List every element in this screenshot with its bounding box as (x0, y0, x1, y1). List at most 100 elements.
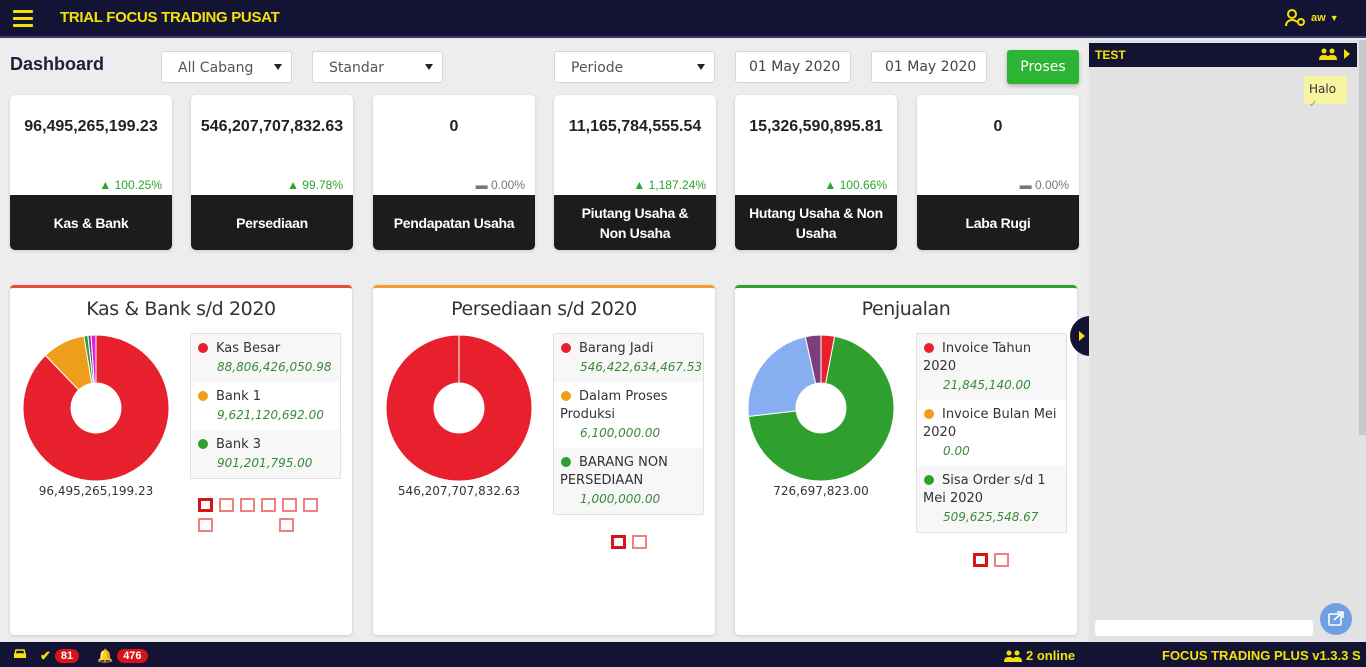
date-from-input[interactable]: 01 May 2020 (735, 51, 851, 83)
chart-legend: Barang Jadi 546,422,634,467.53 Dalam Pros… (553, 333, 704, 515)
pager-dot[interactable] (279, 518, 294, 532)
legend-value: 0.00 (943, 444, 970, 458)
status-bar: ✔ 81 🔔 476 2 online FOCUS TRADING PLUS v… (0, 642, 1366, 667)
legend-item[interactable]: Sisa Order s/d 1 Mei 2020 509,625,548.67 (917, 466, 1066, 532)
user-menu[interactable]: aw ▼ (1285, 9, 1339, 27)
pager-dot[interactable] (303, 498, 318, 512)
donut-chart[interactable] (22, 334, 170, 482)
tasks-badge: 81 (54, 649, 80, 663)
donut-chart[interactable] (747, 334, 895, 482)
legend-item[interactable]: Invoice Bulan Mei 2020 0.00 (917, 400, 1066, 466)
legend-label: Dalam Proses Produksi (560, 389, 668, 422)
legend-dot (924, 343, 934, 353)
app-version: FOCUS TRADING PLUS v1.3.3 S (1162, 648, 1361, 663)
legend-item[interactable]: Bank 3 901,201,795.00 (191, 430, 340, 478)
pie-slice-3[interactable] (747, 336, 817, 417)
chart-legend: Kas Besar 88,806,426,050.98 Bank 1 9,621,1… (190, 333, 341, 479)
pager-dot[interactable] (632, 535, 647, 549)
legend-item[interactable]: Barang Jadi 546,422,634,467.53 (554, 334, 703, 382)
legend-label: Bank 1 (216, 389, 262, 404)
legend-item[interactable]: BARANG NON PERSEDIAAN 1,000,000.00 (554, 448, 703, 514)
legend-item[interactable]: Dalam Proses Produksi 6,100,000.00 (554, 382, 703, 448)
cabang-select[interactable]: All Cabang (161, 51, 292, 83)
proses-button[interactable]: Proses (1007, 50, 1079, 84)
stat-change: ▲ 1,187.24% (633, 178, 706, 192)
stat-label: Pendapatan Usaha (373, 195, 535, 250)
legend-value: 88,806,426,050.98 (217, 360, 332, 374)
stat-change-value: 100.25% (114, 178, 162, 192)
stat-change: ▲ 100.66% (824, 178, 887, 192)
periode-select[interactable]: Periode (554, 51, 715, 83)
legend-label: Barang Jadi (579, 341, 654, 356)
online-indicator[interactable]: 2 online (1004, 648, 1075, 663)
chart-total: 546,207,707,832.63 (397, 484, 521, 498)
legend-item[interactable]: Kas Besar 88,806,426,050.98 (191, 334, 340, 382)
scrollbar[interactable] (1359, 40, 1366, 435)
send-icon (1328, 611, 1344, 626)
pager-dot[interactable] (994, 553, 1009, 567)
hamburger-menu-icon[interactable] (13, 10, 33, 27)
stat-card-kas-bank[interactable]: 96,495,265,199.23 ▲ 100.25% Kas & Bank (10, 95, 172, 250)
chat-message: Halo ✓ (1304, 76, 1347, 110)
chat-title: TEST (1095, 48, 1126, 62)
stat-card-piutang[interactable]: 11,165,784,555.54 ▲ 1,187.24% Piutang Us… (554, 95, 716, 250)
pager-dot[interactable] (219, 498, 234, 512)
send-button[interactable] (1320, 603, 1352, 635)
legend-dot (198, 391, 208, 401)
caret-right-icon[interactable] (1343, 49, 1351, 59)
notifications-indicator[interactable]: 🔔 476 (97, 648, 148, 664)
pager-dot[interactable] (973, 553, 988, 567)
legend-value: 546,422,634,467.53 (580, 360, 703, 374)
pager-dot[interactable] (282, 498, 297, 512)
legend-dot (561, 457, 571, 467)
stat-card-laba-rugi[interactable]: 0 ▬ 0.00% Laba Rugi (917, 95, 1079, 250)
legend-value: 901,201,795.00 (217, 456, 313, 470)
app-title: TRIAL FOCUS TRADING PUSAT (60, 9, 280, 26)
car-icon[interactable] (13, 648, 27, 660)
stat-card-persediaan[interactable]: 546,207,707,832.63 ▲ 99.78% Persediaan (191, 95, 353, 250)
pager-dot[interactable] (611, 535, 626, 549)
caret-down-icon (697, 64, 705, 70)
legend-dot (198, 343, 208, 353)
stat-change: ▲ 99.78% (287, 178, 343, 192)
chat-panel: TEST Halo ✓ (1089, 40, 1366, 641)
main-content: Dashboard All Cabang Standar Periode 01 … (0, 40, 1087, 641)
donut-chart[interactable] (385, 334, 533, 482)
users-icon[interactable] (1319, 48, 1337, 60)
chart-total: 96,495,265,199.23 (38, 484, 154, 498)
legend-item[interactable]: Invoice Tahun 2020 21,845,140.00 (917, 334, 1066, 400)
legend-item[interactable]: Bank 1 9,621,120,692.00 (191, 382, 340, 430)
stat-change-value: 0.00% (490, 178, 525, 192)
chart-title: Kas & Bank s/d 2020 (86, 298, 276, 320)
date-to-input[interactable]: 01 May 2020 (871, 51, 987, 83)
stat-label: Hutang Usaha & Non Usaha (735, 195, 897, 250)
pager-dot[interactable] (198, 518, 213, 532)
stat-change-value: 1,187.24% (648, 178, 706, 192)
caret-down-icon (425, 64, 433, 70)
stat-change-value: 100.66% (839, 178, 887, 192)
chat-message-text: Halo (1309, 82, 1337, 96)
legend-label: Sisa Order s/d 1 Mei 2020 (923, 473, 1046, 506)
legend-label: Invoice Bulan Mei 2020 (923, 407, 1057, 440)
chat-input[interactable] (1095, 620, 1313, 636)
stat-card-hutang[interactable]: 15,326,590,895.81 ▲ 100.66% Hutang Usaha… (735, 95, 897, 250)
legend-value: 21,845,140.00 (943, 378, 1031, 392)
user-settings-icon (1285, 9, 1305, 27)
legend-dot (561, 391, 571, 401)
stat-label: Laba Rugi (917, 195, 1079, 250)
bell-icon: 🔔 (97, 648, 114, 663)
chart-card-persediaan: Persediaan s/d 2020 546,207,707,832.63 B… (373, 285, 715, 635)
stat-value: 96,495,265,199.23 (24, 118, 158, 135)
stat-label: Kas & Bank (10, 195, 172, 250)
legend-dot (924, 409, 934, 419)
pager-dot[interactable] (261, 498, 276, 512)
online-count: 2 online (1026, 648, 1076, 663)
mode-select[interactable]: Standar (312, 51, 443, 83)
pager-dot[interactable] (240, 498, 255, 512)
tasks-indicator[interactable]: ✔ 81 (40, 648, 80, 664)
stat-card-pendapatan-usaha[interactable]: 0 ▬ 0.00% Pendapatan Usaha (373, 95, 535, 250)
pager-dot[interactable] (198, 498, 213, 512)
notifications-badge: 476 (117, 649, 148, 663)
chart-card-kas-bank: Kas & Bank s/d 2020 96,495,265,199.23 Ka… (10, 285, 352, 635)
mode-select-value: Standar (329, 60, 385, 76)
